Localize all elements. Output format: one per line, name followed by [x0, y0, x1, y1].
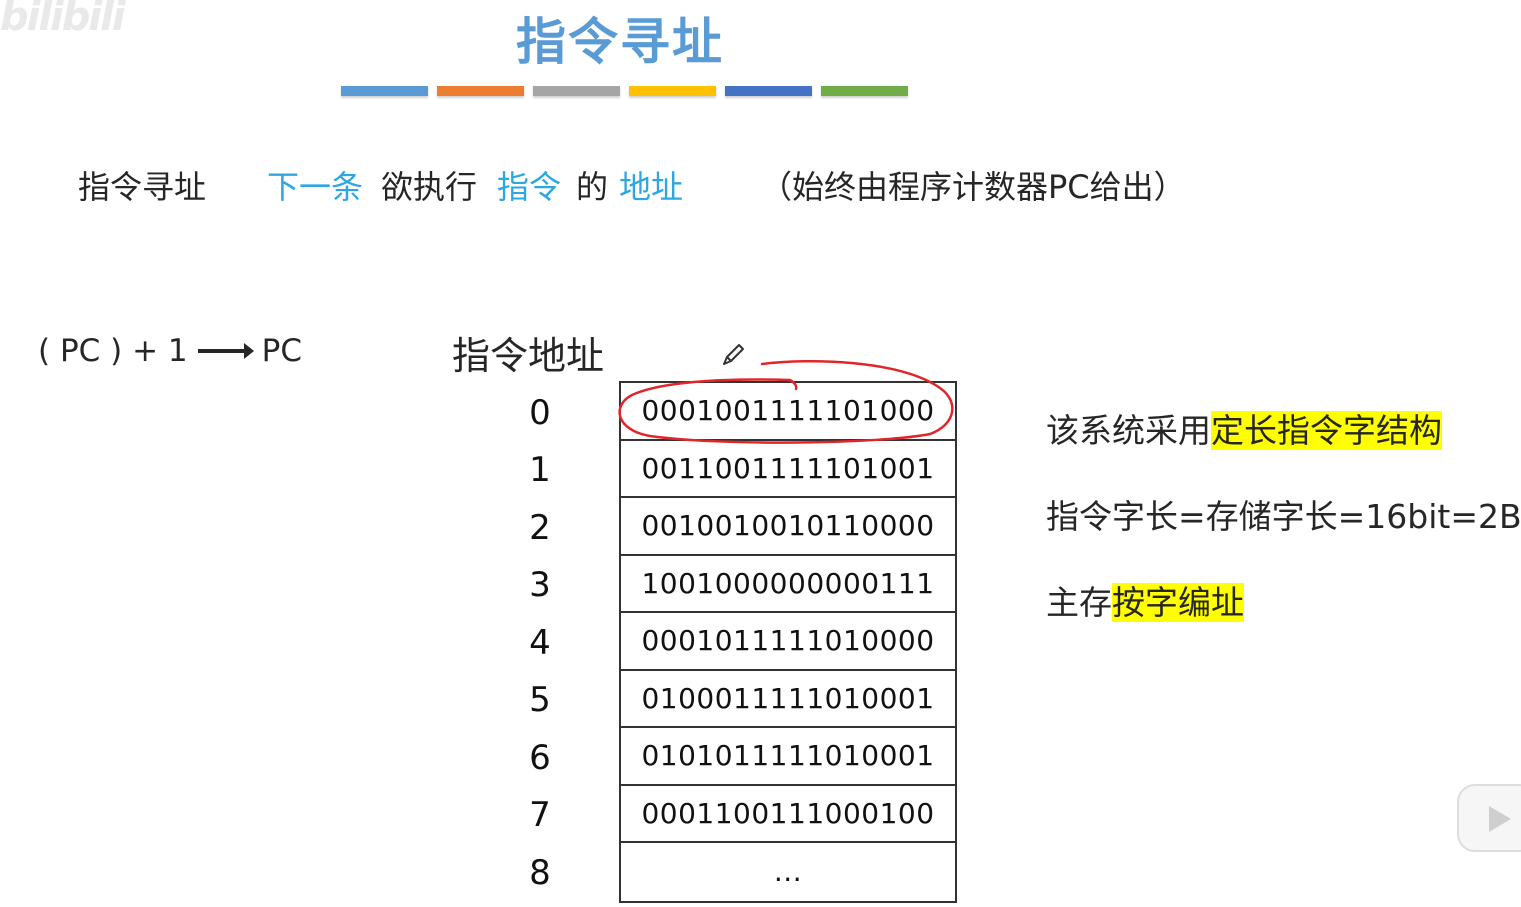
pc-increment-formula: ( PC ) + 1 PC — [38, 333, 302, 369]
color-bar-6 — [821, 86, 908, 96]
video-play-button[interactable] — [1457, 784, 1521, 852]
memory-cell: ... — [773, 855, 803, 889]
memory-cell: 0001001111101000 — [621, 383, 955, 441]
memory-cell: 1001000000000111 — [621, 556, 955, 613]
note-word-length: 指令字长=存储字长=16bit=2B — [1046, 497, 1521, 536]
color-bar-3 — [533, 86, 620, 96]
note-fixed-length-highlight: 定长指令字结构 — [1211, 411, 1442, 450]
formula-lhs: ( PC ) + 1 — [38, 333, 188, 369]
address-label: 8 — [529, 853, 551, 893]
address-label: 5 — [529, 680, 551, 720]
address-label: 0 — [529, 393, 551, 433]
color-bar-1 — [341, 86, 428, 96]
color-bar-4 — [629, 86, 716, 96]
right-arrow-icon — [197, 343, 254, 359]
note-fixed-length: 该系统采用定长指令字结构 — [1046, 404, 1442, 452]
definition-instruction: 指令 — [497, 168, 562, 206]
address-label: 1 — [529, 450, 551, 490]
note-addressing: 主存按字编址 — [1046, 576, 1244, 624]
address-label: 2 — [529, 508, 551, 548]
address-label: 4 — [529, 623, 551, 663]
memory-cell: 0001011111010000 — [621, 613, 955, 671]
note-fixed-length-prefix: 该系统采用 — [1046, 411, 1211, 450]
definition-to-execute: 欲执行 — [381, 168, 478, 206]
memory-cell: 0001100111000100 — [621, 786, 955, 843]
formula-rhs: PC — [261, 333, 302, 369]
definition-note: （始终由程序计数器PC给出） — [760, 168, 1186, 206]
definition-term: 指令寻址 — [78, 168, 207, 206]
definition-address: 地址 — [619, 168, 684, 206]
memory-cell: 0011001111101001 — [621, 441, 955, 498]
address-label: 7 — [529, 795, 551, 835]
color-bar-2 — [437, 86, 524, 96]
note-addressing-highlight: 按字编址 — [1112, 583, 1244, 622]
memory-cell: 0101011111010001 — [621, 728, 955, 786]
color-bar-5 — [725, 86, 812, 96]
memory-cell: 0010010010110000 — [621, 498, 955, 556]
memory-cell: 0100011111010001 — [621, 671, 955, 728]
address-label: 6 — [529, 738, 551, 778]
note-addressing-prefix: 主存 — [1046, 583, 1112, 622]
memory-table: 0001001111101000 0011001111101001 001001… — [619, 381, 957, 903]
slide: bilibili 指令寻址 指令寻址 下一条 欲执行 指令 的 地址 （始终由程… — [0, 0, 1521, 907]
pencil-icon — [723, 344, 744, 365]
address-column-header: 指令地址 — [452, 334, 605, 378]
page-title: 指令寻址 — [516, 13, 724, 71]
definition-of: 的 — [576, 168, 609, 206]
address-label: 3 — [529, 565, 551, 605]
definition-next: 下一条 — [267, 168, 364, 206]
